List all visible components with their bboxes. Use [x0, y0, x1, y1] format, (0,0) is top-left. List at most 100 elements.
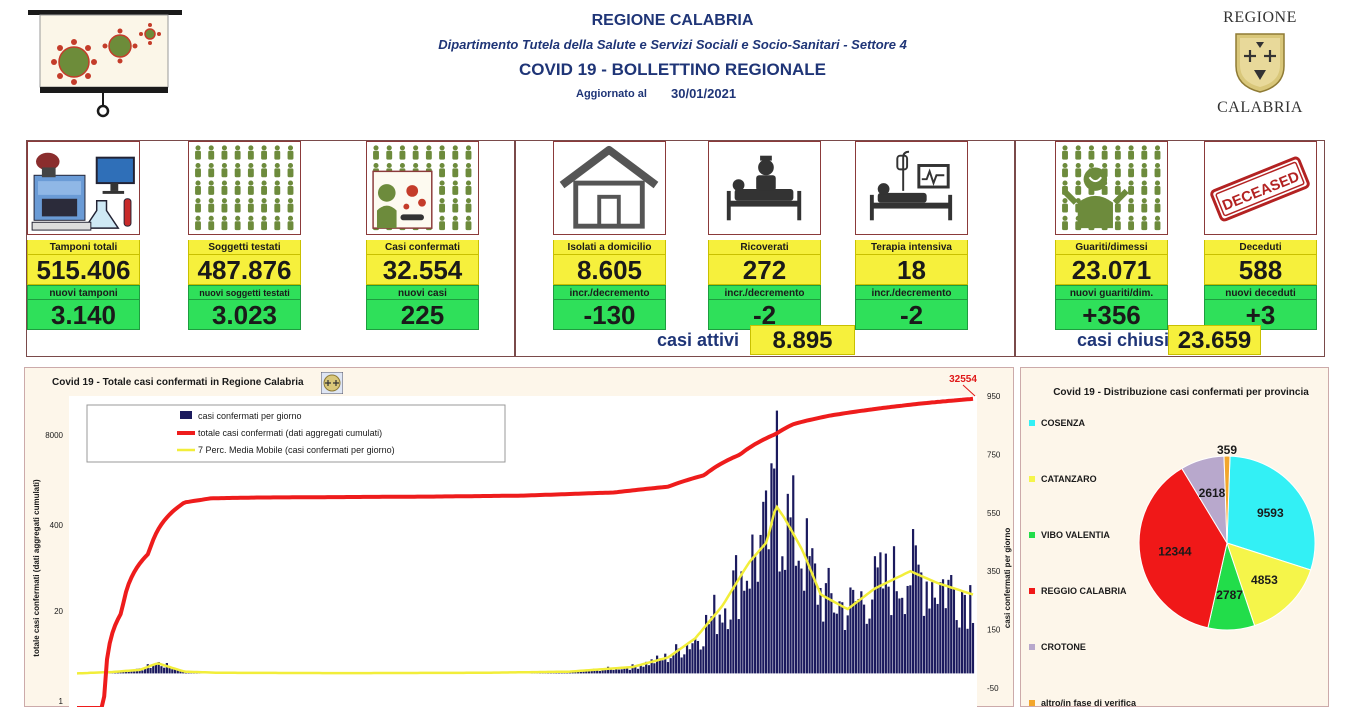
- card-guariti: Guariti/dimessi 23.071 nuovi guariti/dim…: [1055, 141, 1168, 330]
- daily-cases-bar: [664, 653, 667, 674]
- right-axis-label: casi confermati per giorno: [1003, 528, 1012, 629]
- person-icon: [221, 145, 228, 160]
- person-icon: [1128, 162, 1135, 178]
- daily-cases-bar: [775, 410, 779, 674]
- pie-slice-label: 12344: [1158, 544, 1192, 558]
- left-tick-label: 1: [59, 697, 64, 706]
- right-tick-label: 150: [987, 626, 1001, 635]
- daily-cases-bar: [827, 567, 830, 674]
- daily-cases-bar: [617, 669, 621, 674]
- card-tamponi: Tamponi totali 515.406 nuovi tamponi 3.1…: [27, 141, 140, 330]
- daily-cases-bar: [879, 552, 882, 674]
- person-icon: [274, 180, 281, 195]
- right-tick-label: 550: [987, 509, 1001, 518]
- person-icon: [452, 198, 459, 213]
- person-icon: [208, 145, 215, 160]
- daily-cases-bar: [898, 598, 901, 674]
- person-icon: [1128, 215, 1135, 231]
- hospital-bed-icon: [708, 141, 821, 235]
- daily-cases-bar: [887, 586, 890, 674]
- person-icon: [287, 180, 294, 195]
- tamponi-new-value: 3.140: [27, 300, 140, 330]
- person-icon: [1114, 215, 1121, 231]
- daily-cases-bar: [794, 565, 798, 674]
- virus-board-logo-icon: [28, 10, 182, 118]
- daily-cases-bar: [950, 575, 953, 674]
- person-icon: [1062, 215, 1068, 231]
- person-icon: [1075, 180, 1082, 195]
- soggetti-value: 487.876: [188, 255, 301, 285]
- person-icon: [1141, 198, 1148, 213]
- person-icon: [1141, 162, 1148, 178]
- isolati-label: Isolati a domicilio: [553, 240, 666, 255]
- daily-cases-bar: [767, 549, 770, 674]
- daily-cases-bar: [770, 463, 773, 674]
- person-icon: [1062, 162, 1068, 178]
- casi-value: 32.554: [366, 255, 479, 285]
- daily-cases-bar: [710, 616, 713, 674]
- person-icon: [1154, 198, 1161, 213]
- daily-cases-bar: [917, 564, 920, 674]
- daily-cases-bar: [941, 579, 945, 674]
- daily-cases-bar: [800, 568, 803, 674]
- daily-cases-bar: [718, 614, 721, 674]
- daily-cases-bar: [691, 643, 694, 674]
- legend-bars-swatch: [180, 411, 192, 419]
- person-icon: [465, 162, 472, 178]
- updated-label: Aggiornato al: [576, 88, 647, 100]
- daily-cases-bar: [160, 666, 163, 674]
- daily-cases-bar: [647, 665, 651, 674]
- daily-cases-bar: [871, 599, 874, 674]
- person-icon: [261, 180, 268, 195]
- daily-cases-bar: [944, 608, 947, 674]
- casi-label: Casi confermati: [366, 240, 479, 255]
- daily-cases-bar: [612, 669, 615, 674]
- daily-cases-bar: [729, 619, 732, 674]
- person-icon: [287, 145, 294, 160]
- person-icon: [465, 180, 472, 195]
- person-icon: [452, 162, 459, 178]
- person-icon: [399, 145, 406, 160]
- daily-cases-bar: [653, 663, 656, 674]
- person-icon: [1062, 145, 1068, 160]
- isolati-delta-value: -130: [553, 300, 666, 330]
- daily-cases-bar: [754, 556, 757, 674]
- person-icon: [261, 215, 268, 231]
- person-icon: [221, 180, 228, 195]
- daily-cases-bar: [721, 622, 724, 674]
- daily-cases-bar: [724, 608, 727, 674]
- left-tick-label: 20: [54, 607, 63, 616]
- soggetti-new-label: nuovi soggetti testati: [188, 285, 301, 300]
- person-icon: [208, 162, 215, 178]
- person-icon: [247, 162, 254, 178]
- guariti-label: Guariti/dimessi: [1055, 240, 1168, 255]
- daily-cases-bar: [969, 585, 972, 674]
- daily-cases-bar: [971, 622, 975, 674]
- person-icon: [439, 198, 446, 213]
- daily-cases-bar: [947, 579, 950, 674]
- person-icon: [208, 215, 215, 231]
- daily-cases-bar: [966, 628, 969, 674]
- person-icon: [234, 215, 241, 231]
- person-icon: [452, 180, 459, 195]
- daily-cases-bar: [740, 571, 743, 674]
- right-tick-label: -50: [987, 684, 999, 693]
- daily-cases-bar: [789, 517, 792, 674]
- daily-cases-bar: [636, 668, 640, 674]
- daily-cases-bar: [672, 655, 675, 674]
- person-icon: [261, 198, 268, 213]
- daily-cases-bar: [873, 556, 877, 674]
- daily-cases-bar: [805, 518, 808, 674]
- person-icon: [274, 198, 281, 213]
- terapia-delta-value: -2: [855, 300, 968, 330]
- isolati-delta-label: incr./decremento: [553, 285, 666, 300]
- terapia-delta-label: incr./decremento: [855, 285, 968, 300]
- person-icon: [439, 180, 446, 195]
- daily-cases-bar: [639, 665, 642, 674]
- daily-cases-bar: [773, 468, 776, 674]
- daily-cases-bar: [963, 594, 966, 674]
- daily-cases-bar: [165, 663, 168, 674]
- house-icon: [553, 141, 666, 235]
- person-icon: [452, 145, 459, 160]
- person-icon: [1128, 180, 1135, 195]
